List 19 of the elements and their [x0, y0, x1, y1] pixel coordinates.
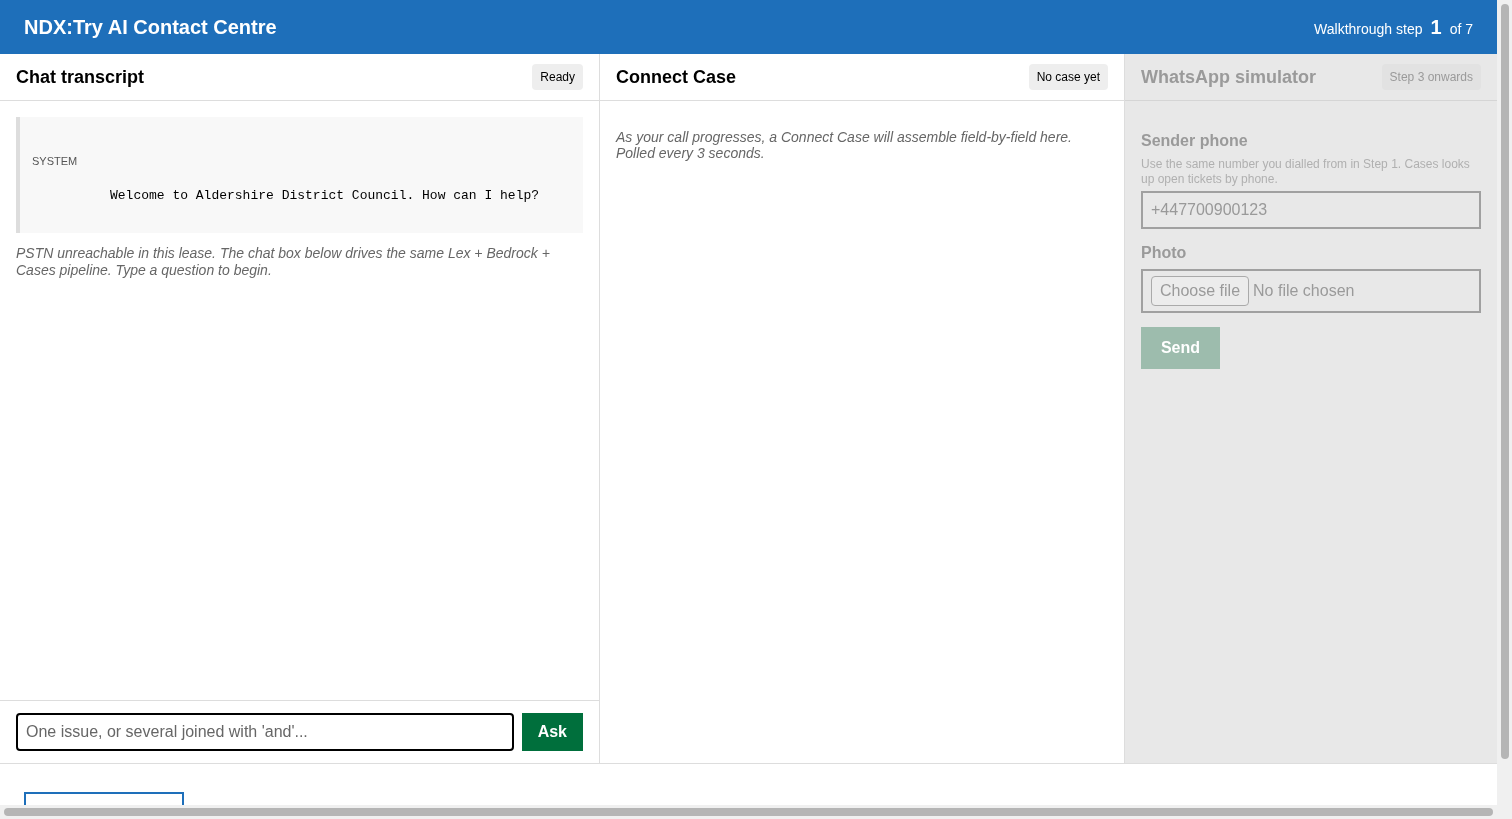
message-role: SYSTEM — [32, 154, 79, 169]
app-title: NDX:Try AI Contact Centre — [24, 15, 277, 40]
field-label: Photo — [1141, 243, 1188, 263]
case-notice: As your call progresses, a Connect Case will assemble field-by-field here. Polled every 3 seconds. — [614, 129, 1073, 161]
panel-title: Connect Case — [616, 65, 737, 89]
step-badge: Step 3 onwards — [1381, 64, 1481, 90]
panel-title: WhatsApp simulator — [1141, 65, 1316, 89]
status-badge: No case yet — [1028, 64, 1108, 90]
step-total: of 7 — [1449, 20, 1473, 39]
status-badge: Ready — [532, 64, 583, 90]
field-label: Sender phone — [1141, 131, 1249, 151]
question-input[interactable]: One issue, or several joined with 'and'... — [16, 713, 514, 751]
file-status: No file chosen — [1253, 281, 1355, 301]
step-label: Walkthrough step — [1314, 20, 1423, 39]
ask-button[interactable]: Ask — [521, 713, 583, 751]
message-text: Welcome to Aldershire District Council. How can I help? — [109, 186, 541, 205]
panel-title: Chat transcript — [16, 65, 145, 89]
step-number: 1 — [1430, 15, 1442, 40]
notice-text: PSTN unreachable in this lease. The chat box below drives the same Lex + Bedrock + Cases pipeline. Type a question to begin. — [16, 245, 551, 279]
